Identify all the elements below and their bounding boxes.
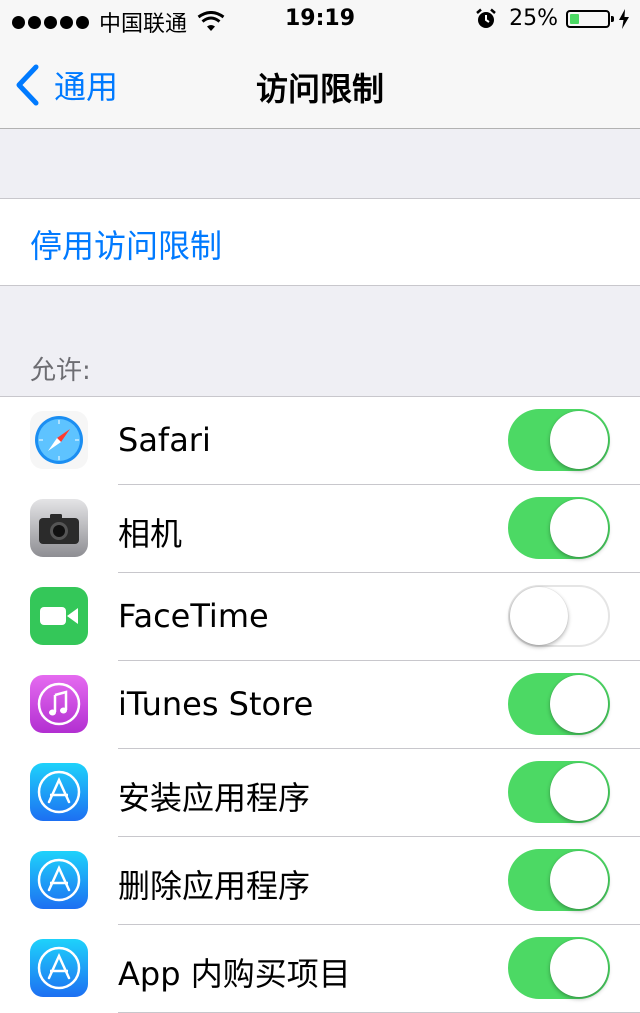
list-item-camera: 相机 [0, 485, 640, 573]
app-label: 安装应用程序 [118, 779, 311, 817]
app-label: iTunes Store [118, 685, 314, 723]
disable-restrictions-button[interactable]: 停用访问限制 [0, 198, 640, 286]
list-item-install-apps: 安装应用程序 [0, 749, 640, 837]
battery-icon [566, 9, 614, 28]
app-label: 删除应用程序 [118, 867, 311, 905]
app-store-icon [30, 763, 88, 821]
app-label: App 内购买项目 [118, 955, 351, 993]
camera-toggle[interactable] [508, 497, 610, 559]
app-label: Safari [118, 421, 211, 459]
charging-bolt-icon [619, 8, 629, 29]
safari-icon [30, 411, 88, 469]
app-label: 相机 [118, 515, 183, 553]
app-store-icon [30, 939, 88, 997]
list-item-delete-apps: 删除应用程序 [0, 837, 640, 925]
delete-apps-toggle[interactable] [508, 849, 610, 911]
navigation-bar: 通用 访问限制 [0, 40, 640, 129]
in-app-purchases-toggle[interactable] [508, 937, 610, 999]
page-title: 访问限制 [255, 70, 384, 108]
allowed-apps-list: Safari 相机 FaceTime iTunes Store 安装应用程序 删… [0, 396, 640, 1013]
install-apps-toggle[interactable] [508, 761, 610, 823]
itunes-store-toggle[interactable] [508, 673, 610, 735]
safari-toggle[interactable] [508, 409, 610, 471]
itunes-store-icon [30, 675, 88, 733]
camera-icon [30, 499, 88, 557]
facetime-icon [30, 587, 88, 645]
disable-restrictions-label: 停用访问限制 [30, 227, 223, 265]
list-item-itunes-store: iTunes Store [0, 661, 640, 749]
list-item-facetime: FaceTime [0, 573, 640, 661]
allow-section-header: 允许: [30, 356, 91, 386]
list-item-safari: Safari [0, 397, 640, 485]
alarm-clock-icon [476, 8, 496, 28]
facetime-toggle[interactable] [508, 585, 610, 647]
battery-fill [570, 13, 579, 24]
battery-percent: 25% [509, 6, 558, 31]
status-right: 25% [475, 6, 630, 31]
list-item-in-app-purchases: App 内购买项目 [0, 925, 640, 1013]
app-store-icon [30, 851, 88, 909]
status-bar: 中国联通 19:19 25% [0, 0, 640, 40]
app-label: FaceTime [118, 597, 269, 635]
